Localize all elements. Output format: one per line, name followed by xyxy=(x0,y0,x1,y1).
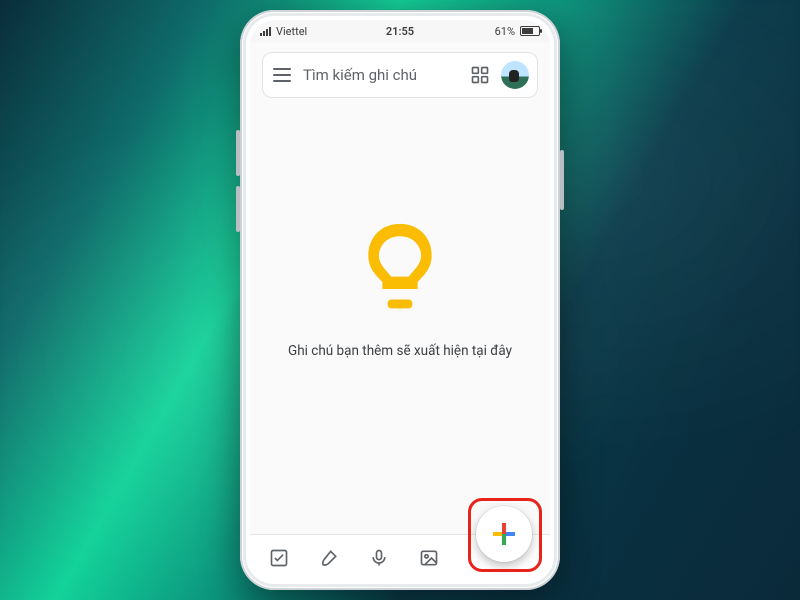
search-bar[interactable]: Tìm kiếm ghi chú xyxy=(262,52,538,98)
screen: Viettel 21:55 61% Tìm kiếm ghi chú xyxy=(250,20,550,580)
image-icon[interactable] xyxy=(418,547,440,569)
empty-message: Ghi chú bạn thêm sẽ xuất hiện tại đây xyxy=(288,343,512,359)
add-note-button[interactable] xyxy=(476,506,532,562)
power-button[interactable] xyxy=(560,150,564,210)
avatar[interactable] xyxy=(501,61,529,89)
plus-icon xyxy=(493,523,515,545)
phone-frame: Viettel 21:55 61% Tìm kiếm ghi chú xyxy=(240,10,560,590)
battery-icon xyxy=(520,26,540,36)
status-bar: Viettel 21:55 61% xyxy=(250,20,550,42)
lightbulb-icon xyxy=(356,217,444,317)
brush-icon[interactable] xyxy=(318,547,340,569)
clock-label: 21:55 xyxy=(250,25,550,38)
menu-icon[interactable] xyxy=(271,64,293,86)
empty-state: Ghi chú bạn thêm sẽ xuất hiện tại đây xyxy=(250,102,550,534)
grid-view-icon[interactable] xyxy=(469,64,491,86)
volume-down-button[interactable] xyxy=(236,186,240,232)
mic-icon[interactable] xyxy=(368,547,390,569)
checkbox-icon[interactable] xyxy=(268,547,290,569)
search-placeholder[interactable]: Tìm kiếm ghi chú xyxy=(303,66,459,84)
volume-up-button[interactable] xyxy=(236,130,240,176)
